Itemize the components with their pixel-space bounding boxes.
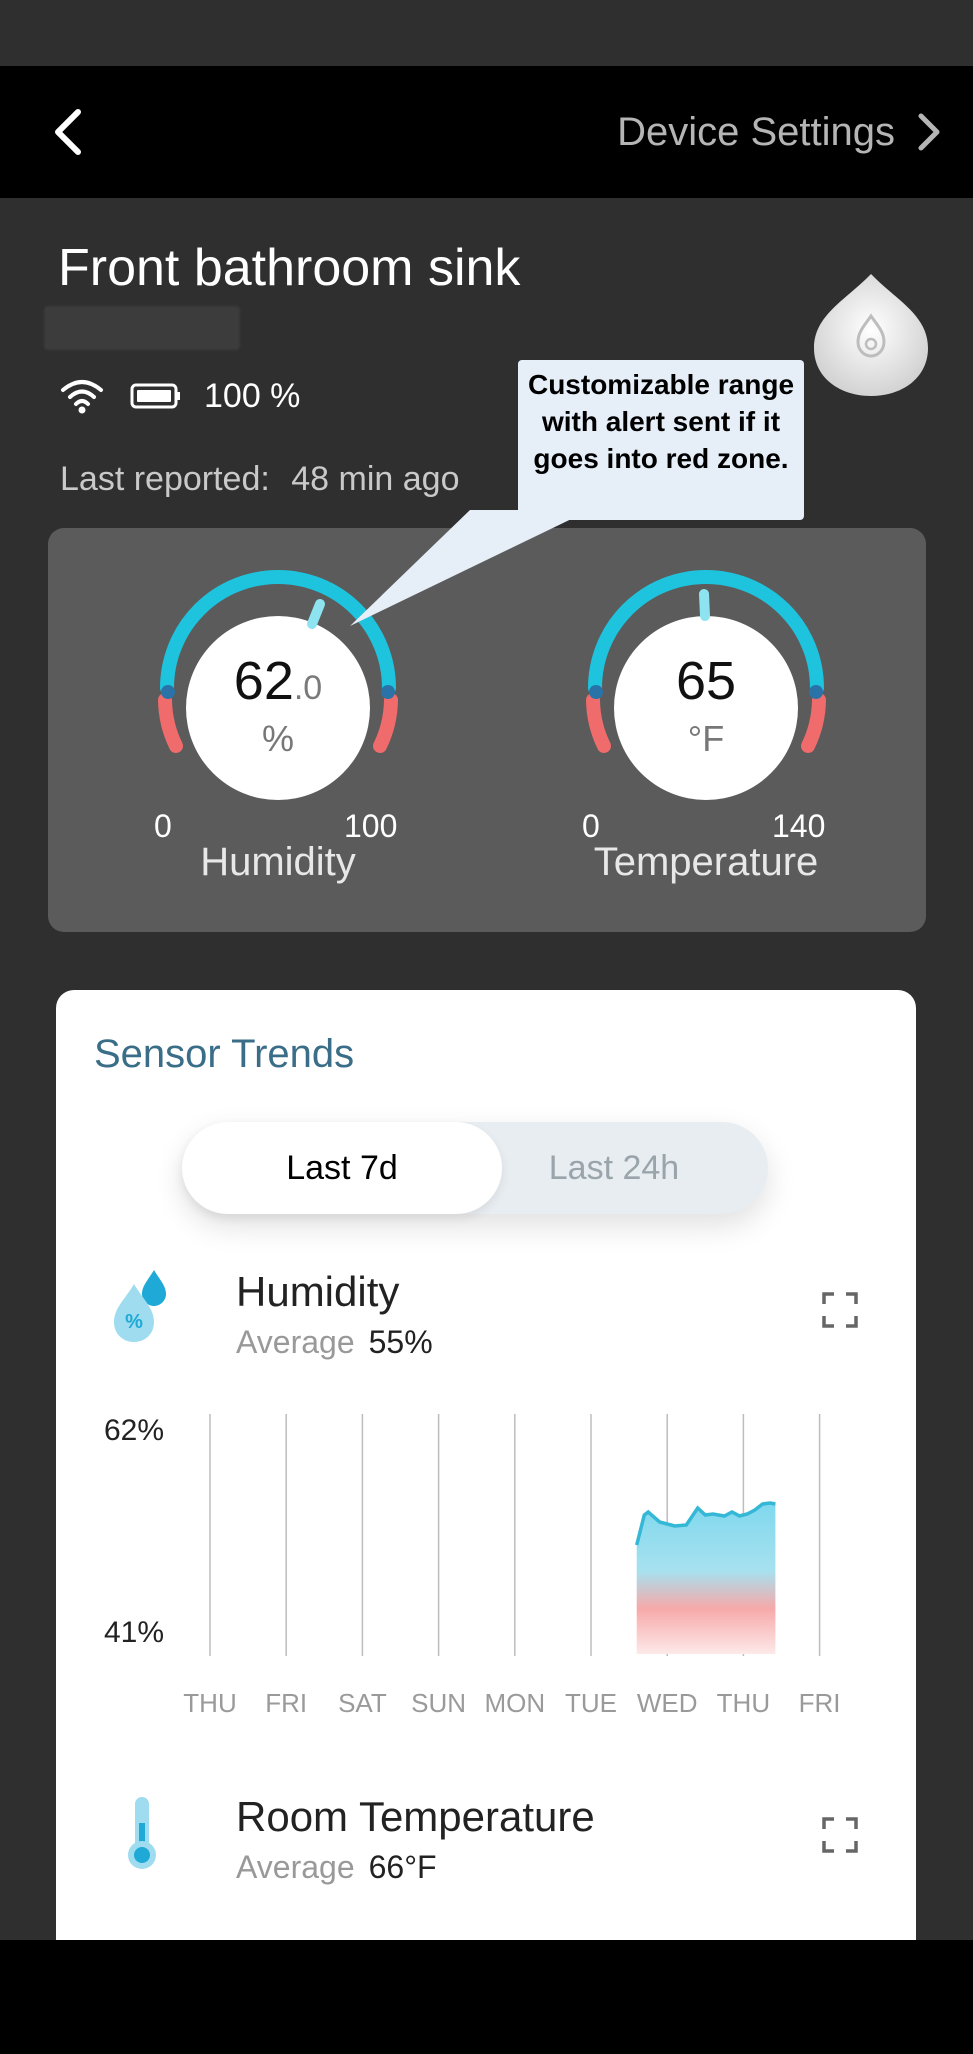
- humidity-gauge-value-main: 62: [233, 651, 294, 711]
- time-range-toggle: Last 24h Last 7d: [182, 1122, 768, 1214]
- sensor-trends-title: Sensor Trends: [94, 1032, 355, 1076]
- battery-level: 100 %: [204, 376, 301, 415]
- humidity-average-value: 55%: [368, 1324, 433, 1360]
- humidity-gauge-label: Humidity: [200, 840, 356, 884]
- device-settings-link[interactable]: Device Settings: [617, 102, 943, 162]
- tab-last-24h[interactable]: Last 24h: [454, 1122, 774, 1214]
- svg-text:%: %: [125, 1311, 143, 1333]
- last-reported-label: Last reported:: [60, 460, 270, 498]
- system-nav-bar: [0, 1940, 973, 2054]
- x-tick-label: SUN: [411, 1688, 466, 1718]
- x-tick-label: THU: [717, 1688, 770, 1718]
- temperature-average: Average 66°F: [236, 1849, 437, 1886]
- expand-icon[interactable]: [822, 1817, 858, 1853]
- humidity-chart: 62% 41% THU FRI SAT SUN MON TUE WED THU FRI: [56, 1410, 916, 1740]
- humidity-drop-icon: %: [114, 1270, 166, 1342]
- x-tick-label: MON: [484, 1688, 545, 1718]
- water-sensor-icon: [806, 270, 936, 400]
- nav-bar: Device Settings: [0, 66, 973, 198]
- annotation-callout: Customizable range with alert sent if it…: [518, 360, 804, 520]
- temperature-trend-title: Room Temperature: [236, 1793, 595, 1840]
- humidity-area: [636, 1503, 776, 1654]
- x-tick-label: WED: [637, 1688, 698, 1718]
- expand-icon[interactable]: [822, 1292, 858, 1328]
- x-tick-label: THU: [183, 1688, 236, 1718]
- temperature-average-value: 66°F: [368, 1849, 437, 1885]
- y-tick-label: 62%: [104, 1414, 164, 1447]
- humidity-gauge-value: 62.0: [148, 650, 408, 712]
- device-status-row: 100 %: [60, 372, 300, 420]
- humidity-average-label: Average: [236, 1324, 355, 1360]
- x-tick-label: TUE: [565, 1688, 617, 1718]
- humidity-average: Average 55%: [236, 1324, 433, 1361]
- wifi-icon: [61, 380, 103, 414]
- x-tick-label: FRI: [799, 1688, 841, 1718]
- temperature-gauge-value: 65: [675, 651, 737, 711]
- humidity-gauge-value-decimal: .0: [293, 669, 323, 707]
- thermometer-icon: [128, 1797, 156, 1869]
- y-tick-label: 41%: [104, 1616, 164, 1649]
- chevron-left-icon: [55, 109, 81, 155]
- temperature-trend-header: Room Temperature Average 66°F: [56, 1793, 916, 1893]
- device-title: Front bathroom sink: [58, 239, 521, 297]
- chevron-right-icon: [918, 113, 940, 151]
- humidity-trend-title: Humidity: [236, 1268, 400, 1315]
- battery-icon: [130, 383, 180, 409]
- tab-last-7d[interactable]: Last 7d: [182, 1122, 502, 1214]
- temperature-average-label: Average: [236, 1849, 355, 1885]
- blurred-serial: [44, 306, 240, 350]
- temperature-gauge: 65 °F 0 140: [576, 568, 836, 844]
- humidity-trend-header: % Humidity Average 55%: [56, 1268, 916, 1368]
- callout-pointer: [350, 510, 590, 626]
- x-tick-label: SAT: [338, 1688, 387, 1718]
- last-reported-value: 48 min ago: [291, 460, 460, 498]
- temperature-gauge-label: Temperature: [593, 840, 819, 884]
- status-bar: [0, 0, 973, 66]
- back-button[interactable]: [40, 100, 104, 164]
- device-settings-label: Device Settings: [617, 109, 895, 154]
- sensor-trends-card: Sensor Trends Last 24h Last 7d % Humidit…: [56, 990, 916, 1990]
- humidity-gauge-unit: %: [261, 718, 294, 759]
- x-tick-label: FRI: [265, 1688, 307, 1718]
- last-reported: Last reported: 48 min ago: [60, 460, 459, 499]
- temperature-gauge-unit: °F: [687, 718, 725, 759]
